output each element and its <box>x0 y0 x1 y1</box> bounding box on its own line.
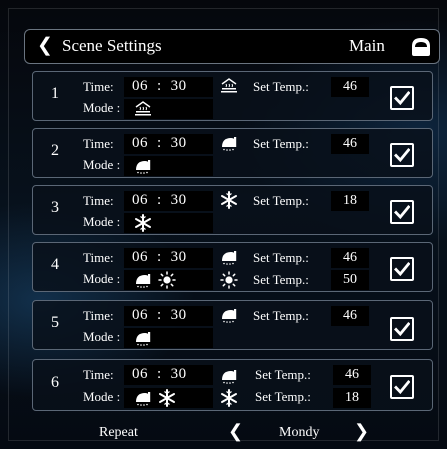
scene-enable-checkbox[interactable] <box>390 375 414 399</box>
main-menu-label[interactable]: Main <box>349 36 385 56</box>
hour-value: 06 <box>132 78 148 94</box>
header-bar: ❮ Scene Settings Main <box>24 29 440 64</box>
set-temp-label: Set Temp.: <box>253 193 309 208</box>
hour-value: 06 <box>132 192 148 208</box>
snowflake-icon <box>219 389 239 407</box>
shower-icon <box>219 248 239 266</box>
mode-label: Mode : <box>83 100 121 115</box>
hour-value: 06 <box>132 135 148 151</box>
scene-number: 1 <box>51 85 59 102</box>
hour-value: 06 <box>132 366 148 382</box>
mode-label: Mode : <box>83 329 121 344</box>
check-icon <box>394 379 410 395</box>
scene-row-1: 1 Time: Mode : 06:30 Set Temp.: 46 <box>32 71 433 121</box>
temp-value-2[interactable]: 18 <box>333 388 371 408</box>
mode-label: Mode : <box>83 389 121 404</box>
snowflake-icon <box>219 191 239 209</box>
back-chevron-icon[interactable]: ❮ <box>37 34 53 57</box>
check-icon <box>394 90 410 106</box>
prev-day-chevron-icon[interactable]: ❮ <box>228 421 243 442</box>
mode-label: Mode : <box>83 157 121 172</box>
scene-row-4: 4 Time: Mode : 06:30 Set Temp.: Set Temp… <box>32 242 433 292</box>
time-label: Time: <box>83 367 114 382</box>
mode-label: Mode : <box>83 271 121 286</box>
repeat-day-value: Mondy <box>279 425 320 440</box>
temp-value[interactable]: 46 <box>331 306 369 326</box>
mode-label: Mode : <box>83 214 121 229</box>
shower-icon <box>219 367 239 385</box>
time-label: Time: <box>83 136 114 151</box>
scene-number: 3 <box>51 199 59 216</box>
set-temp-label: Set Temp.: <box>255 367 311 382</box>
temp-value[interactable]: 46 <box>331 77 369 97</box>
snowflake-icon <box>133 214 153 232</box>
scene-row-5: 5 Time: Mode : 06:30 Set Temp.: 46 <box>32 300 433 350</box>
minute-value: 30 <box>170 366 187 382</box>
shower-icon <box>133 157 153 175</box>
scene-enable-checkbox[interactable] <box>390 143 414 167</box>
time-value: 06:30 <box>132 307 187 323</box>
shower-icon <box>133 389 153 407</box>
temp-value[interactable]: 46 <box>331 134 369 154</box>
minute-value: 30 <box>170 192 187 208</box>
next-day-chevron-icon[interactable]: ❯ <box>354 421 369 442</box>
time-label: Time: <box>83 308 114 323</box>
scene-number: 2 <box>51 142 59 159</box>
minute-value: 30 <box>170 78 187 94</box>
check-icon <box>394 321 410 337</box>
hour-value: 06 <box>132 307 148 323</box>
minute-value: 30 <box>170 135 187 151</box>
check-icon <box>394 204 410 220</box>
repeat-label: Repeat <box>99 425 138 440</box>
scene-number: 4 <box>51 256 59 273</box>
set-temp-label: Set Temp.: <box>253 308 309 323</box>
page-title: Scene Settings <box>62 36 162 55</box>
check-icon <box>394 261 410 277</box>
set-temp-label: Set Temp.: <box>253 272 309 287</box>
home-icon[interactable] <box>409 35 433 59</box>
floor-heating-icon <box>219 77 239 95</box>
snowflake-icon <box>157 389 177 407</box>
time-label: Time: <box>83 250 114 265</box>
shower-icon <box>219 306 239 324</box>
scene-enable-checkbox[interactable] <box>390 257 414 281</box>
set-temp-label: Set Temp.: <box>253 136 309 151</box>
check-icon <box>394 147 410 163</box>
sun-icon <box>219 271 239 289</box>
hour-value: 06 <box>132 249 148 265</box>
sun-icon <box>157 271 177 289</box>
temp-value-2[interactable]: 50 <box>331 270 369 290</box>
time-value: 06:30 <box>132 192 187 208</box>
time-label: Time: <box>83 79 114 94</box>
scene-number: 6 <box>51 374 59 391</box>
temp-value[interactable]: 46 <box>331 248 369 268</box>
minute-value: 30 <box>170 307 187 323</box>
scene-enable-checkbox[interactable] <box>390 317 414 341</box>
scene-enable-checkbox[interactable] <box>390 86 414 110</box>
set-temp-label: Set Temp.: <box>253 250 309 265</box>
time-value: 06:30 <box>132 249 187 265</box>
shower-icon <box>219 134 239 152</box>
time-value: 06:30 <box>132 135 187 151</box>
set-temp-label: Set Temp.: <box>255 389 311 404</box>
shower-icon <box>133 271 153 289</box>
time-label: Time: <box>83 193 114 208</box>
scene-row-2: 2 Time: Mode : 06:30 Set Temp.: 46 <box>32 128 433 178</box>
scene-row-3: 3 Time: Mode : 06:30 Set Temp.: 18 <box>32 185 433 235</box>
scene-number: 5 <box>51 314 59 331</box>
floor-heating-icon <box>133 100 153 118</box>
time-value: 06:30 <box>132 78 187 94</box>
shower-icon <box>133 329 153 347</box>
set-temp-label: Set Temp.: <box>253 79 309 94</box>
temp-value[interactable]: 46 <box>333 365 371 385</box>
scene-enable-checkbox[interactable] <box>390 200 414 224</box>
time-value: 06:30 <box>132 366 187 382</box>
minute-value: 30 <box>170 249 187 265</box>
scene-row-6: 6 Time: Mode : 06:30 Set Temp.: Set Temp… <box>32 359 433 411</box>
temp-value[interactable]: 18 <box>331 191 369 211</box>
